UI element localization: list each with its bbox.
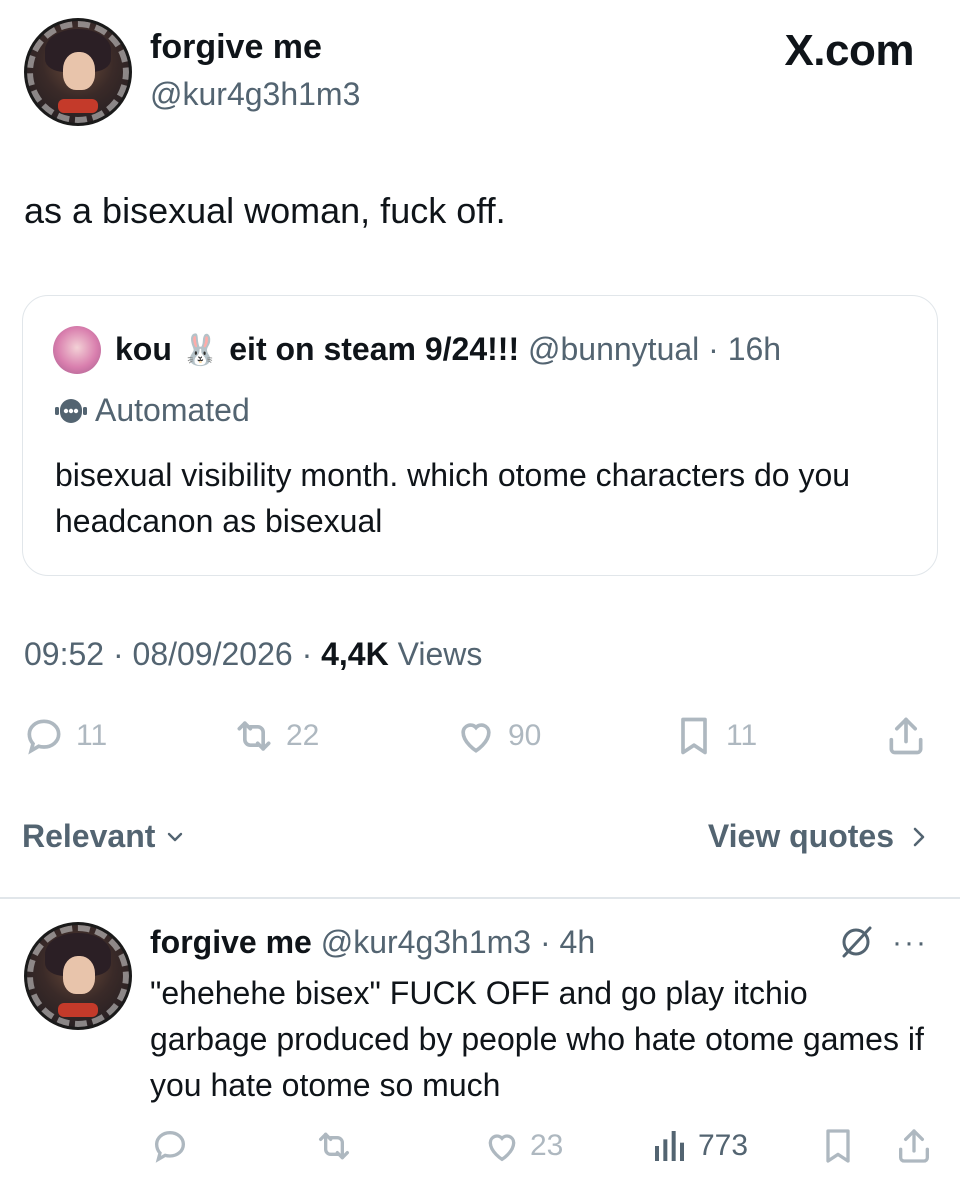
bookmark-count: 11 — [726, 719, 758, 752]
retweet-count: 22 — [286, 719, 320, 752]
bookmark-icon — [681, 717, 707, 755]
divider — [0, 897, 960, 899]
chevron-right-icon — [913, 827, 925, 846]
share-button[interactable] — [884, 714, 928, 758]
heart-icon — [488, 1134, 516, 1162]
heart-icon — [461, 723, 491, 753]
tweet-actions: 11 22 90 11 — [22, 714, 942, 764]
tweet-timestamp: 09:52 · 08/09/2026 · 4,4K Views — [24, 636, 482, 673]
view-quotes-label: View quotes — [707, 818, 894, 854]
reply-views-count: 773 — [698, 1129, 749, 1162]
reply-icon — [27, 719, 61, 755]
retweet-icon — [237, 721, 271, 751]
quoted-tweet[interactable]: kou 🐰 eit on steam 9/24!!! @bunnytual · 16… — [22, 295, 938, 576]
reply-bookmark-button[interactable] — [818, 1126, 858, 1166]
reply-views-button[interactable]: 773 — [650, 1126, 748, 1166]
reply-reply-button[interactable] — [150, 1126, 190, 1166]
view-quotes-link[interactable]: View quotes — [708, 818, 930, 855]
author-handle[interactable]: @kur4g3h1m3 — [150, 76, 360, 113]
grok-icon[interactable] — [836, 922, 876, 962]
views-count: 4,4K — [321, 636, 389, 672]
bot-icon — [55, 398, 87, 423]
quoted-name-suffix: eit on steam 9/24!!! — [229, 331, 520, 367]
analytics-icon — [655, 1131, 684, 1161]
quoted-display-name[interactable]: kou — [115, 331, 172, 367]
brand-logo: X.com — [784, 26, 914, 75]
reply-icon — [154, 1130, 186, 1163]
retweet-button[interactable]: 22 — [232, 714, 319, 758]
reply-handle-time: @kur4g3h1m3 · 4h — [320, 924, 596, 960]
reply-share-button[interactable] — [894, 1126, 934, 1166]
reply-like-count: 23 — [530, 1129, 564, 1162]
avatar-ring — [27, 925, 129, 1027]
views-label: Views — [388, 636, 483, 672]
like-button[interactable]: 90 — [454, 714, 541, 758]
timestamp-text: 09:52 · 08/09/2026 · — [24, 636, 322, 672]
quoted-handle-time: @bunnytual · 16h — [528, 331, 782, 367]
sort-replies-dropdown[interactable]: Relevant — [22, 818, 187, 855]
sort-label: Relevant — [22, 818, 156, 854]
like-count: 90 — [508, 719, 542, 752]
automated-label: Automated — [95, 392, 250, 428]
bookmark-button[interactable]: 11 — [672, 714, 757, 758]
automated-badge: Automated — [55, 392, 250, 429]
bunny-emoji: 🐰 — [181, 334, 220, 367]
quoted-header: kou 🐰 eit on steam 9/24!!! @bunnytual · 16… — [115, 331, 781, 368]
reply-display-name[interactable]: forgive me — [150, 924, 312, 960]
tweet-text: as a bisexual woman, fuck off. — [24, 190, 506, 231]
more-options-button[interactable]: ··· — [892, 926, 928, 960]
author-display-name[interactable]: forgive me — [150, 28, 322, 67]
bookmark-icon — [826, 1129, 850, 1163]
author-avatar[interactable] — [24, 18, 132, 126]
share-icon — [889, 717, 923, 755]
reply-avatar[interactable] — [24, 922, 132, 1030]
quoted-avatar[interactable] — [53, 326, 101, 374]
retweet-icon — [319, 1132, 349, 1160]
reply-text: "ehehehe bisex" FUCK OFF and go play itc… — [150, 975, 924, 1103]
avatar-ring — [27, 21, 129, 123]
reply-retweet-button[interactable] — [314, 1126, 354, 1166]
share-icon — [899, 1129, 929, 1163]
reply-button[interactable]: 11 — [22, 714, 107, 758]
reply-like-button[interactable]: 23 — [482, 1126, 563, 1166]
reply-count: 11 — [76, 719, 108, 752]
reply-header: forgive me @kur4g3h1m3 · 4h — [150, 924, 595, 961]
quoted-text: bisexual visibility month. which otome c… — [55, 457, 851, 539]
reply-actions: 23 773 — [150, 1126, 940, 1176]
chevron-down-icon — [168, 832, 183, 841]
